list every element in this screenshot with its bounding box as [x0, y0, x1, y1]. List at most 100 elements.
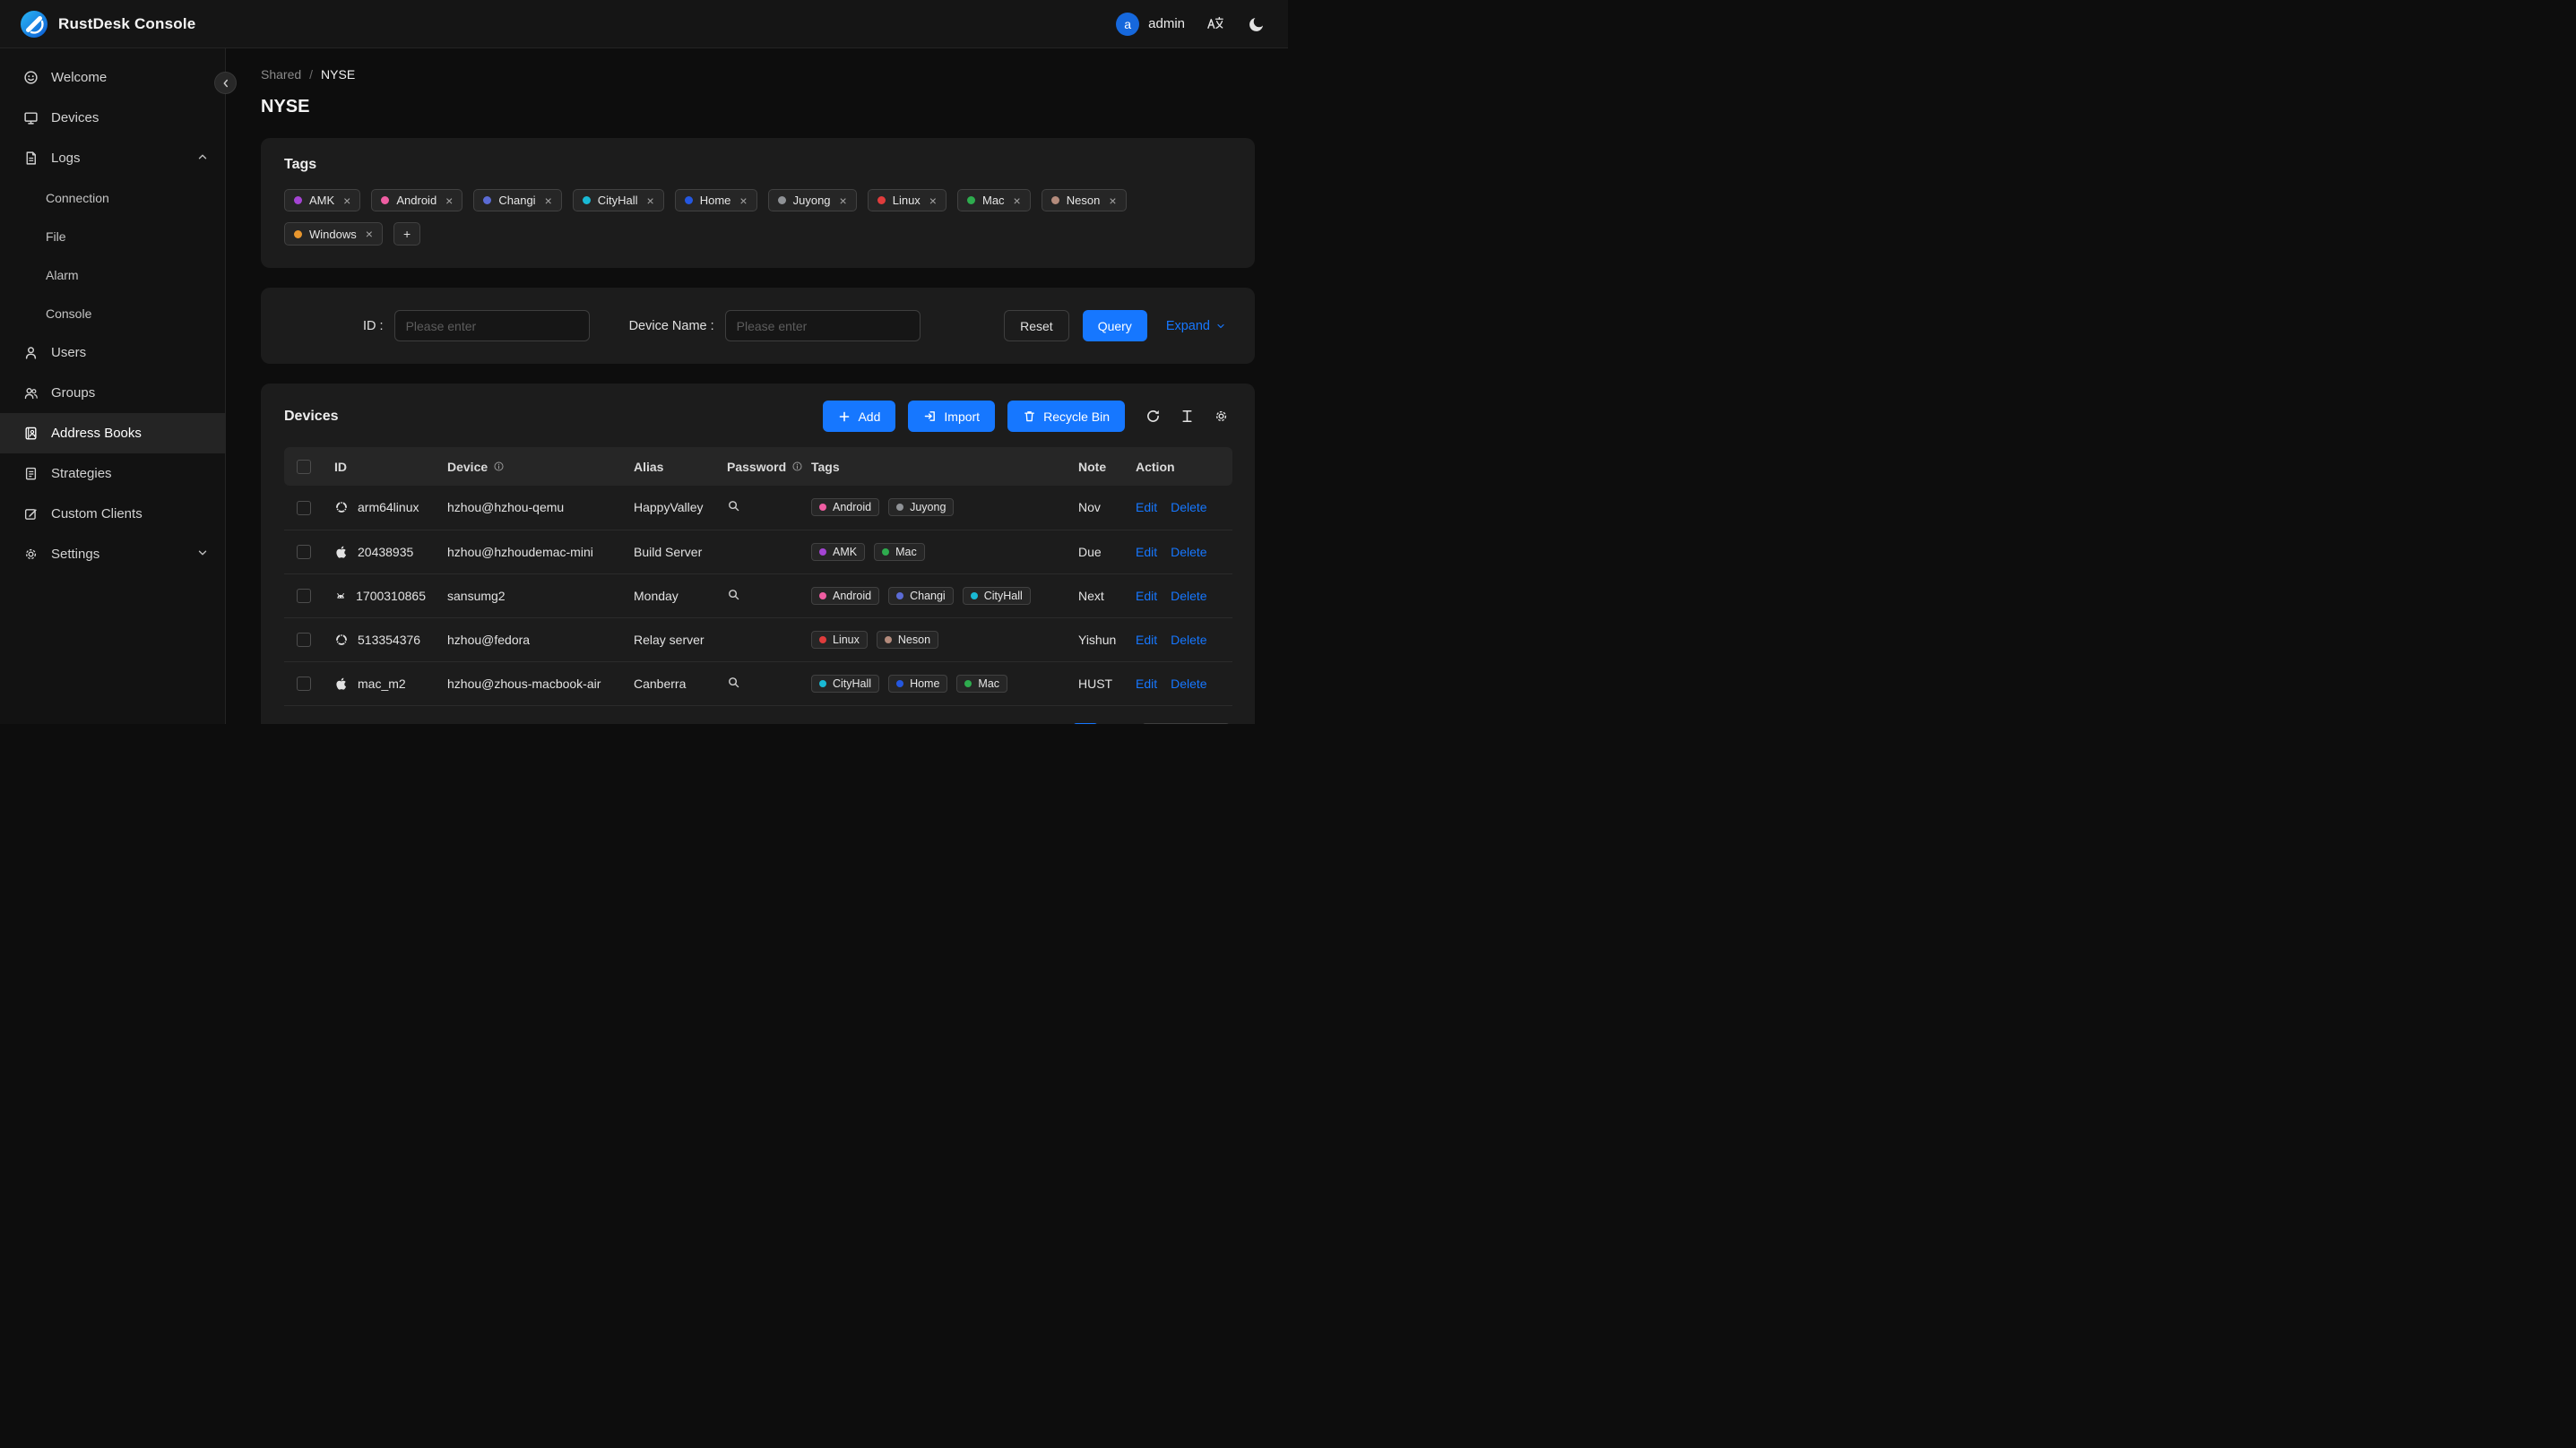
tag-chip[interactable]: Juyong × — [767, 189, 857, 211]
tag-color-dot — [884, 635, 892, 643]
device-id: mac_m2 — [358, 676, 406, 691]
remove-tag-icon[interactable]: × — [366, 228, 373, 240]
avatar: a — [1116, 12, 1140, 36]
tag-chip[interactable]: Android × — [371, 189, 463, 211]
delete-link[interactable]: Delete — [1171, 545, 1206, 559]
remove-tag-icon[interactable]: × — [647, 194, 654, 207]
info-icon[interactable] — [791, 461, 803, 472]
view-password-icon[interactable] — [727, 676, 740, 689]
tag-chip[interactable]: Home × — [674, 189, 757, 211]
import-icon — [923, 409, 937, 423]
reset-button[interactable]: Reset — [1004, 310, 1069, 341]
sidebar-item-settings[interactable]: Settings — [0, 534, 225, 574]
delete-link[interactable]: Delete — [1171, 500, 1206, 514]
edit-link[interactable]: Edit — [1136, 545, 1157, 559]
remove-tag-icon[interactable]: × — [929, 194, 937, 207]
info-icon[interactable] — [493, 461, 505, 472]
remove-tag-icon[interactable]: × — [1014, 194, 1021, 207]
remove-tag-icon[interactable]: × — [840, 194, 847, 207]
sidebar-subitem-connection[interactable]: Connection — [0, 178, 225, 217]
device-note: HUST — [1068, 661, 1125, 706]
edit-link[interactable]: Edit — [1136, 500, 1157, 514]
user-menu[interactable]: a admin — [1116, 12, 1185, 36]
query-button[interactable]: Query — [1082, 310, 1147, 341]
device-alias: Canberra — [623, 661, 716, 706]
view-password-icon[interactable] — [727, 499, 740, 513]
rustdesk-logo-icon — [20, 10, 48, 39]
recycle-bin-button[interactable]: Recycle Bin — [1007, 401, 1125, 432]
remove-tag-icon[interactable]: × — [739, 194, 747, 207]
sidebar-item-custom-clients[interactable]: Custom Clients — [0, 494, 225, 534]
sidebar-item-strategies[interactable]: Strategies — [0, 453, 225, 494]
select-all-checkbox[interactable] — [297, 460, 311, 475]
delete-link[interactable]: Delete — [1171, 589, 1206, 603]
row-checkbox[interactable] — [297, 500, 311, 515]
breadcrumb-current: NYSE — [321, 67, 356, 82]
sidebar-collapse-button[interactable] — [214, 72, 237, 94]
tag-chip[interactable]: CityHall × — [572, 189, 664, 211]
edit-square-icon — [23, 506, 39, 521]
dark-mode-toggle-icon[interactable] — [1245, 13, 1268, 36]
plus-icon: + — [402, 227, 411, 241]
tag-chip[interactable]: Linux × — [867, 189, 947, 211]
tag-chip: Home — [888, 674, 948, 693]
sidebar-item-logs[interactable]: Logs — [0, 138, 225, 178]
sidebar-subitem-file[interactable]: File — [0, 217, 225, 255]
sidebar-item-label: Users — [51, 345, 87, 360]
add-tag-button[interactable]: + — [393, 222, 421, 246]
tag-color-dot — [294, 196, 302, 204]
row-checkbox[interactable] — [297, 677, 311, 692]
sidebar-item-label: Logs — [51, 151, 81, 166]
edit-link[interactable]: Edit — [1136, 633, 1157, 647]
view-password-icon[interactable] — [727, 588, 740, 601]
delete-link[interactable]: Delete — [1171, 633, 1206, 647]
sidebar-item-groups[interactable]: Groups — [0, 373, 225, 413]
table-settings-gear-icon[interactable] — [1211, 406, 1232, 427]
sidebar-item-label: Strategies — [51, 466, 112, 481]
remove-tag-icon[interactable]: × — [445, 194, 453, 207]
import-button[interactable]: Import — [908, 401, 996, 432]
sidebar-item-label: Groups — [51, 385, 96, 401]
page-size-select[interactable]: 20 / page — [1141, 722, 1230, 724]
remove-tag-icon[interactable]: × — [343, 194, 350, 207]
tag-chip[interactable]: Mac × — [956, 189, 1031, 211]
rustdesk-console-app: RustDesk Console a admin Welcome Devices — [0, 0, 1288, 724]
row-checkbox[interactable] — [297, 545, 311, 560]
sidebar-subitem-console[interactable]: Console — [0, 294, 225, 332]
device-name-filter-input[interactable] — [724, 310, 921, 341]
delete-link[interactable]: Delete — [1171, 677, 1206, 691]
row-checkbox[interactable] — [297, 589, 311, 604]
page-number-button[interactable]: 1 — [1073, 722, 1099, 724]
expand-button[interactable]: Expand — [1161, 318, 1232, 334]
sidebar-subitem-alarm[interactable]: Alarm — [0, 255, 225, 294]
tag-color-dot — [877, 196, 886, 204]
tag-chip[interactable]: Windows × — [284, 222, 383, 246]
edit-link[interactable]: Edit — [1136, 589, 1157, 603]
column-header-device-label: Device — [447, 459, 488, 474]
remove-tag-icon[interactable]: × — [545, 194, 552, 207]
refresh-icon[interactable] — [1143, 406, 1163, 427]
remove-tag-icon[interactable]: × — [1109, 194, 1116, 207]
tag-chip[interactable]: AMK × — [284, 189, 361, 211]
row-checkbox[interactable] — [297, 633, 311, 648]
breadcrumb-parent[interactable]: Shared — [261, 67, 301, 82]
edit-link[interactable]: Edit — [1136, 677, 1157, 691]
row-height-icon[interactable] — [1177, 406, 1197, 427]
tag-chip[interactable]: Changi × — [473, 189, 562, 211]
sidebar-item-address-books[interactable]: Address Books — [0, 413, 225, 453]
add-button[interactable]: Add — [823, 401, 896, 432]
sidebar-item-label: Settings — [51, 547, 100, 562]
breadcrumb: Shared / NYSE — [261, 67, 1255, 82]
id-filter-input[interactable] — [393, 310, 590, 341]
sidebar-item-devices[interactable]: Devices — [0, 98, 225, 138]
tag-chip-list: AMK × Android × Changi × CityHall × Home… — [284, 189, 1232, 246]
column-header-id: ID — [324, 447, 437, 486]
sidebar-item-welcome[interactable]: Welcome — [0, 57, 225, 98]
tag-label: Linux — [892, 194, 921, 207]
language-icon[interactable] — [1203, 12, 1227, 36]
sidebar-item-users[interactable]: Users — [0, 332, 225, 373]
table-header-row: ID Device Alias Password Tags Note Actio… — [284, 447, 1232, 486]
tag-chip[interactable]: Neson × — [1041, 189, 1127, 211]
tag-label: Android — [833, 501, 872, 514]
column-header-password-label: Password — [727, 459, 787, 474]
